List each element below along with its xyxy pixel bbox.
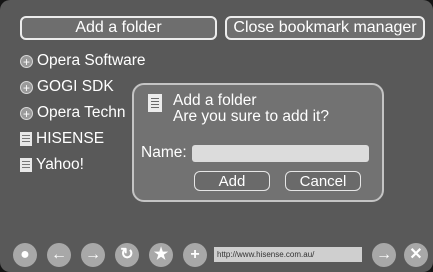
document-icon: [148, 94, 162, 112]
folder-plus-icon: +: [20, 106, 33, 120]
bookmark-label: HISENSE: [36, 130, 105, 147]
folder-name-input[interactable]: [192, 145, 369, 162]
bookmark-item-yahoo[interactable]: Yahoo!: [20, 155, 84, 175]
go-icon[interactable]: →: [372, 243, 396, 267]
back-icon[interactable]: ←: [47, 243, 71, 267]
bookmark-folder-opera-techn[interactable]: + Opera Techn: [20, 103, 125, 123]
bookmark-item-hisense[interactable]: HISENSE: [20, 129, 104, 149]
reload-icon[interactable]: ↻: [115, 243, 139, 267]
forward-icon[interactable]: →: [81, 243, 105, 267]
bookmark-star-icon[interactable]: ★: [149, 243, 173, 267]
bookmark-label: Yahoo!: [36, 156, 84, 173]
bookmark-manager-screen: Add a folder Close bookmark manager + Op…: [0, 0, 433, 272]
folder-plus-icon: +: [20, 80, 33, 94]
name-label: Name:: [141, 144, 187, 161]
page-icon: [20, 158, 32, 172]
bookmark-manager-icon[interactable]: +: [183, 243, 207, 267]
cancel-button[interactable]: Cancel: [285, 171, 361, 191]
bookmark-folder-opera-software[interactable]: + Opera Software: [20, 51, 146, 71]
add-folder-button[interactable]: Add a folder: [20, 16, 217, 40]
add-button[interactable]: Add: [194, 171, 270, 191]
globe-icon[interactable]: ●: [13, 243, 37, 267]
bookmark-folder-gogi-sdk[interactable]: + GOGI SDK: [20, 77, 114, 97]
folder-plus-icon: +: [20, 54, 33, 68]
add-folder-dialog: Add a folder Are you sure to add it? Nam…: [132, 83, 384, 202]
bookmark-label: Opera Techn: [37, 104, 126, 121]
close-bookmark-manager-button[interactable]: Close bookmark manager: [225, 16, 425, 40]
page-icon: [20, 132, 32, 146]
bottom-toolbar: ● ← → ↻ ★ + → ✕: [0, 236, 433, 272]
url-input[interactable]: [214, 247, 362, 262]
bookmark-label: Opera Software: [37, 52, 146, 69]
dialog-message: Are you sure to add it?: [173, 108, 329, 125]
close-icon[interactable]: ✕: [404, 243, 428, 267]
bookmark-label: GOGI SDK: [37, 78, 114, 95]
